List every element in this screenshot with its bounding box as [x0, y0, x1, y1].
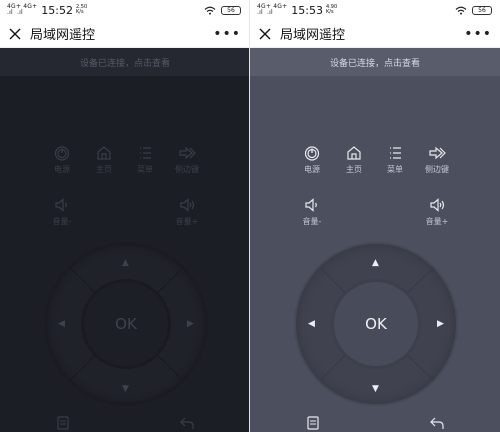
network-speed: 4.90 K/s: [326, 4, 338, 15]
volume-down-label: 音量-: [302, 217, 322, 226]
home-button[interactable]: 主页: [336, 144, 372, 175]
volume-down-icon: [55, 198, 67, 212]
menu-button[interactable]: 菜单: [127, 144, 163, 175]
home-label: 主页: [96, 165, 112, 174]
more-button[interactable]: •••: [213, 26, 241, 42]
left-arrow-icon[interactable]: ◀: [58, 319, 65, 329]
close-icon[interactable]: [258, 27, 272, 41]
input-source-icon[interactable]: [305, 415, 321, 431]
menu-label: 菜单: [387, 165, 403, 174]
side-key-label: 侧边键: [425, 165, 449, 174]
home-icon: [347, 146, 361, 160]
page-title: 局域网遥控: [280, 28, 346, 43]
volume-up-icon: [180, 198, 195, 212]
side-key-icon: [179, 146, 196, 160]
menu-icon: [140, 147, 151, 159]
volume-down-icon: [305, 198, 317, 212]
more-button[interactable]: •••: [464, 26, 492, 42]
side-key-button[interactable]: 侧边键: [419, 144, 455, 175]
connection-hint[interactable]: 设备已连接，点击查看: [250, 56, 500, 69]
direction-pad[interactable]: ▲ ▼ ◀ ▶ OK: [296, 244, 456, 404]
battery-icon: 56: [221, 5, 241, 15]
volume-up-icon: [430, 198, 445, 212]
signal-indicator: 4G+ 4G+ .ıl .ıl: [257, 3, 288, 16]
status-bar: 4G+ 4G+ .ıl .ıl 15:52 2.50 K/s 56: [0, 0, 249, 20]
wifi-icon: [204, 6, 216, 15]
title-bar: 局域网遥控 •••: [250, 20, 500, 48]
power-icon: [54, 146, 70, 161]
volume-down-label: 音量-: [52, 217, 72, 226]
battery-icon: 56: [472, 5, 492, 15]
remote-panel: 设备已连接，点击查看 电源 主页 菜单 侧边键 音量- 音量+ ▲ ▼ ◀ ▶ …: [0, 48, 249, 432]
wifi-icon: [455, 6, 467, 15]
side-key-button[interactable]: 侧边键: [169, 144, 205, 175]
power-icon: [304, 146, 320, 161]
power-label: 电源: [54, 165, 70, 174]
status-bar: 4G+ 4G+ .ıl .ıl 15:53 4.90 K/s 56: [250, 0, 500, 20]
status-time: 15:52: [41, 3, 73, 17]
left-arrow-icon[interactable]: ◀: [308, 319, 315, 329]
connection-hint[interactable]: 设备已连接，点击查看: [0, 56, 249, 69]
volume-up-label: 音量+: [425, 217, 449, 226]
page-title: 局域网遥控: [30, 28, 96, 43]
ok-button[interactable]: OK: [84, 282, 168, 366]
home-label: 主页: [346, 165, 362, 174]
volume-up-button[interactable]: 音量+: [169, 196, 205, 227]
volume-down-button[interactable]: 音量-: [44, 196, 80, 227]
ok-button[interactable]: OK: [334, 282, 418, 366]
power-button[interactable]: 电源: [44, 144, 80, 175]
right-arrow-icon[interactable]: ▶: [187, 319, 194, 329]
remote-panel: 设备已连接，点击查看 电源 主页 菜单 侧边键 音量- 音量+ ▲ ▼ ◀ ▶ …: [250, 48, 500, 432]
volume-up-label: 音量+: [175, 217, 199, 226]
menu-icon: [390, 147, 401, 159]
right-arrow-icon[interactable]: ▶: [437, 319, 444, 329]
side-key-label: 侧边键: [175, 165, 199, 174]
up-arrow-icon[interactable]: ▲: [122, 258, 129, 268]
screen-light: 4G+ 4G+ .ıl .ıl 15:53 4.90 K/s 56 局域网遥控 …: [250, 0, 500, 432]
status-time: 15:53: [291, 3, 323, 17]
input-source-icon[interactable]: [55, 415, 71, 431]
volume-down-button[interactable]: 音量-: [294, 196, 330, 227]
title-bar: 局域网遥控 •••: [0, 20, 249, 48]
network-speed: 2.50 K/s: [76, 4, 88, 15]
power-label: 电源: [304, 165, 320, 174]
back-icon[interactable]: [179, 415, 195, 431]
down-arrow-icon[interactable]: ▼: [372, 384, 379, 394]
volume-up-button[interactable]: 音量+: [419, 196, 455, 227]
close-icon[interactable]: [8, 27, 22, 41]
power-button[interactable]: 电源: [294, 144, 330, 175]
home-icon: [97, 146, 111, 160]
signal-indicator: 4G+ 4G+ .ıl .ıl: [7, 3, 38, 16]
menu-button[interactable]: 菜单: [377, 144, 413, 175]
direction-pad[interactable]: ▲ ▼ ◀ ▶ OK: [46, 244, 206, 404]
down-arrow-icon[interactable]: ▼: [122, 384, 129, 394]
side-key-icon: [429, 146, 446, 160]
home-button[interactable]: 主页: [86, 144, 122, 175]
back-icon[interactable]: [429, 415, 445, 431]
screen-dark: 4G+ 4G+ .ıl .ıl 15:52 2.50 K/s 56 局域网遥控 …: [0, 0, 250, 432]
menu-label: 菜单: [137, 165, 153, 174]
up-arrow-icon[interactable]: ▲: [372, 258, 379, 268]
